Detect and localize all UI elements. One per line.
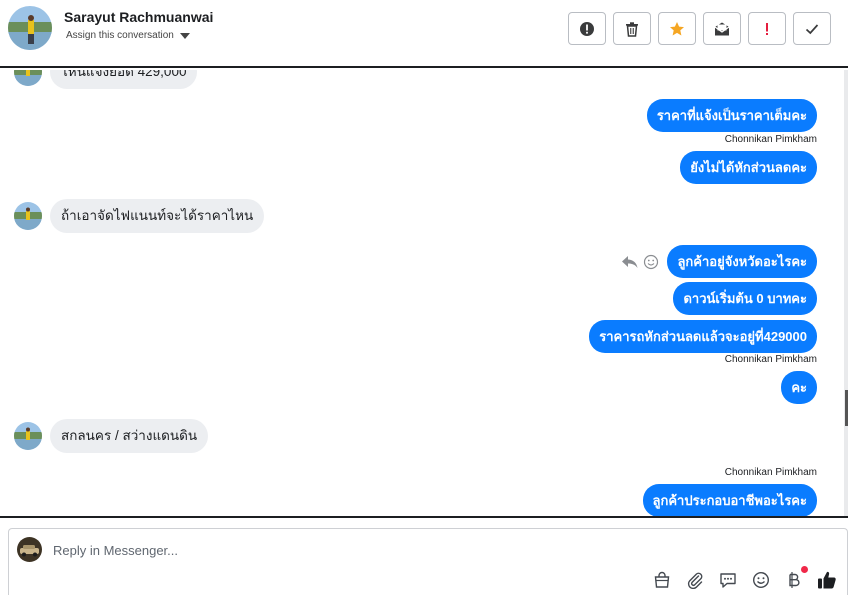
thread-scrollbar[interactable] [844,70,848,516]
reply-icon[interactable] [621,254,639,270]
message-row-outgoing: ราคาที่แจ้งเป็นราคาเต็มคะ [646,99,817,132]
sender-name: Chonnikan Pimkham [724,134,817,145]
emoji-button[interactable] [751,570,771,590]
outgoing-message[interactable]: ยังไม่ได้หักส่วนลดคะ [680,151,817,184]
contact-name[interactable]: Sarayut Rachmuanwai [64,9,213,25]
contact-avatar-small [14,422,42,450]
incoming-message[interactable]: ไหนแจ้งยอด 429,000 [50,70,198,89]
assign-label: Assign this conversation [66,30,174,41]
messenger-inbox: Sarayut Rachmuanwai Assign this conversa… [0,0,848,595]
reply-composer [8,528,848,595]
outgoing-message[interactable]: ดาวน์เริ่มต้น 0 บาทคะ [673,282,817,315]
message-row-incoming: สกลนคร / สว่างแดนดิน [14,419,209,453]
message-row-outgoing: ลูกค้าอยู่จังหวัดอะไรคะ [621,245,817,278]
message-row-outgoing: ราคารถหักส่วนลดแล้วจะอยู่ที่429000 [589,320,817,353]
attachment-button[interactable] [685,570,705,590]
payment-button[interactable] [784,566,808,590]
baht-icon [789,572,800,588]
important-button[interactable] [748,12,786,45]
outgoing-message[interactable]: คะ [781,371,817,404]
caret-down-icon [179,32,190,39]
sender-name: Chonnikan Pimkham [724,467,817,478]
page-avatar [17,537,42,562]
incoming-message[interactable]: ถ้าเอาจัดไฟแนนท์จะได้ราคาไหน [50,199,265,233]
shopping-bag-button[interactable] [652,570,672,590]
contact-avatar-small [14,70,42,86]
checkmark-icon [805,23,819,34]
conversation-header: Sarayut Rachmuanwai Assign this conversa… [0,0,848,68]
message-row-incoming: ไหนแจ้งยอด 429,000 [14,70,198,89]
incoming-message[interactable]: สกลนคร / สว่างแดนดิน [50,419,209,453]
message-thread[interactable]: ไหนแจ้งยอด 429,000 ราคาที่แจ้งเป็นราคาเต… [0,70,848,516]
mark-done-button[interactable] [793,12,831,45]
outgoing-message[interactable]: ราคารถหักส่วนลดแล้วจะอยู่ที่429000 [589,320,817,353]
composer-tools [652,566,837,590]
contact-avatar-small [14,202,42,230]
delete-button[interactable] [613,12,651,45]
outgoing-message[interactable]: ลูกค้าประกอบอาชีพอะไรคะ [642,484,817,516]
saved-replies-button[interactable] [718,570,738,590]
envelope-icon [714,22,730,35]
notification-dot [801,566,808,573]
sender-name: Chonnikan Pimkham [724,354,817,365]
outgoing-message[interactable]: ราคาที่แจ้งเป็นราคาเต็มคะ [646,99,817,132]
mark-unread-button[interactable] [703,12,741,45]
thread-divider [0,516,848,518]
message-row-outgoing: คะ [781,371,817,404]
outgoing-message[interactable]: ลูกค้าอยู่จังหวัดอะไรคะ [667,245,817,278]
exclamation-icon [766,22,768,35]
smiley-icon [752,571,770,589]
star-icon [670,21,684,35]
message-hover-actions [621,254,659,270]
emoji-react-icon[interactable] [643,254,659,270]
message-row-outgoing: ยังไม่ได้หักส่วนลดคะ [680,151,817,184]
trash-icon [626,21,638,37]
exclamation-circle-icon [580,21,594,36]
header-actions [568,12,831,45]
reply-input[interactable] [53,540,653,560]
message-row-outgoing: ลูกค้าประกอบอาชีพอะไรคะ [642,484,817,516]
assign-conversation-dropdown[interactable]: Assign this conversation [66,30,190,41]
thumbs-up-icon [818,571,836,589]
shopping-bag-icon [654,571,670,588]
message-row-incoming: ถ้าเอาจัดไฟแนนท์จะได้ราคาไหน [14,199,265,233]
star-button[interactable] [658,12,696,45]
paperclip-icon [687,572,703,589]
chat-bubble-icon [720,573,736,588]
like-button[interactable] [817,570,837,590]
spam-button[interactable] [568,12,606,45]
contact-avatar[interactable] [8,6,52,50]
message-row-outgoing: ดาวน์เริ่มต้น 0 บาทคะ [673,282,817,315]
